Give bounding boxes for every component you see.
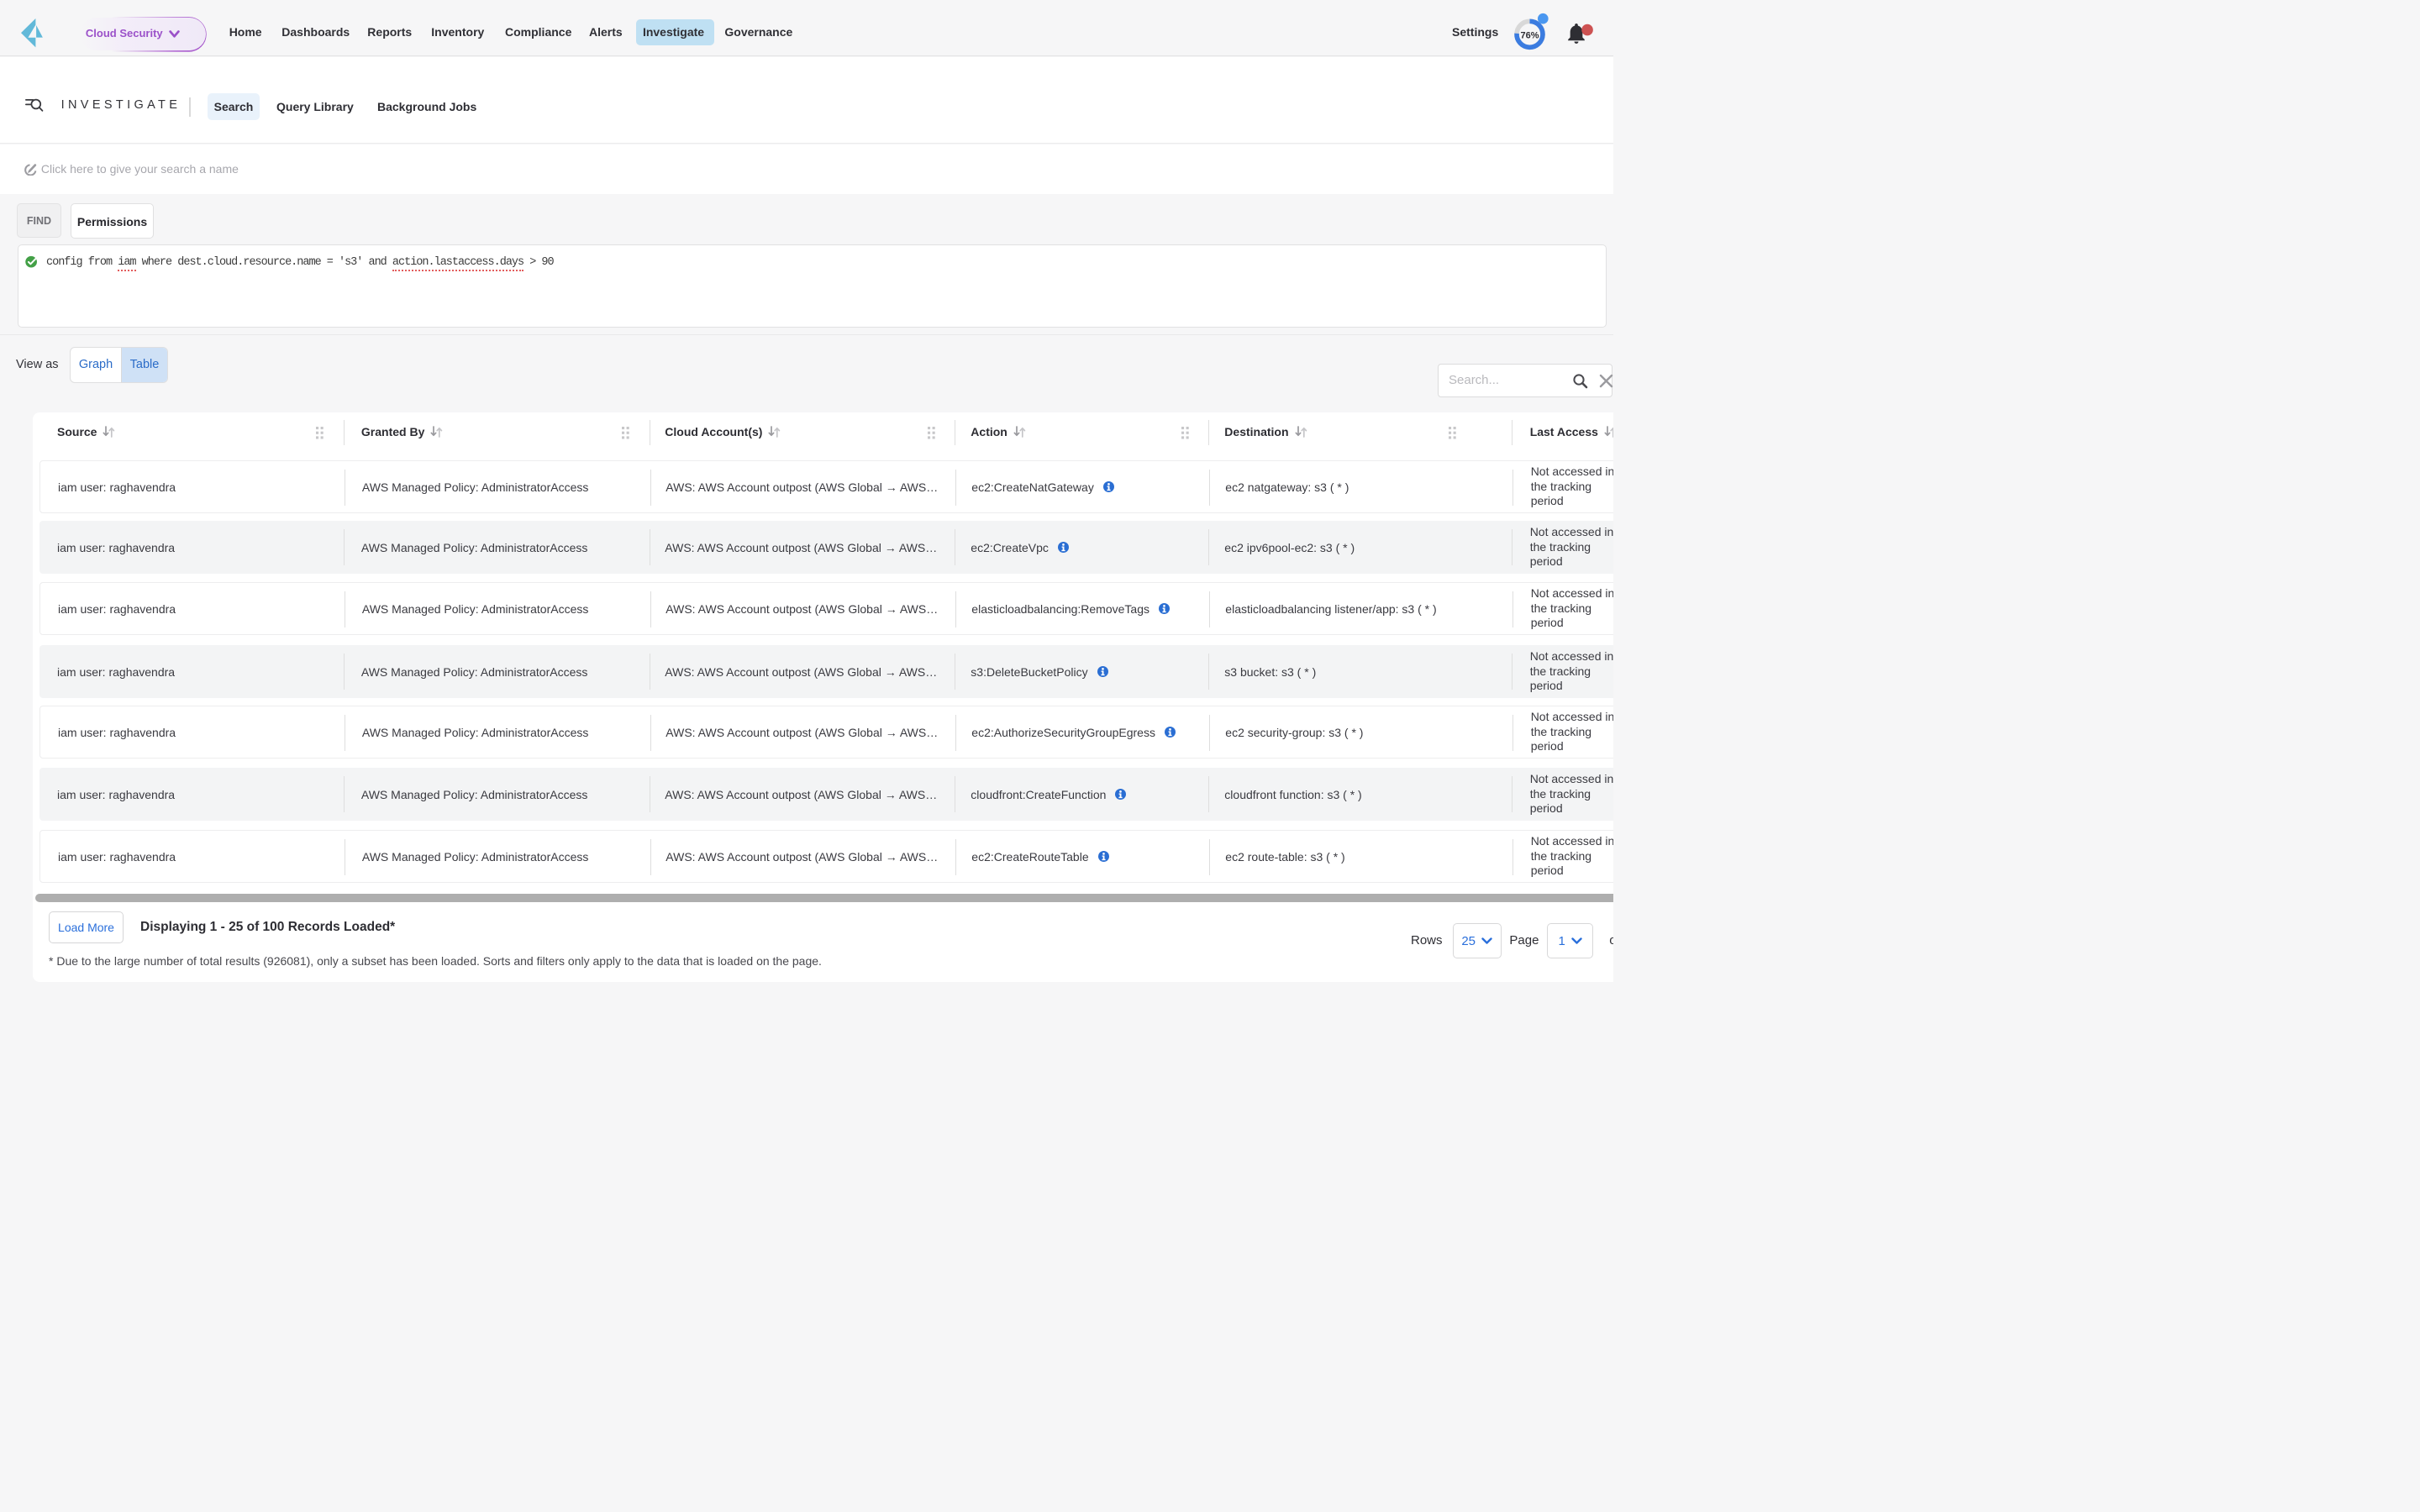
svg-text:76%: 76% [1520,30,1539,40]
